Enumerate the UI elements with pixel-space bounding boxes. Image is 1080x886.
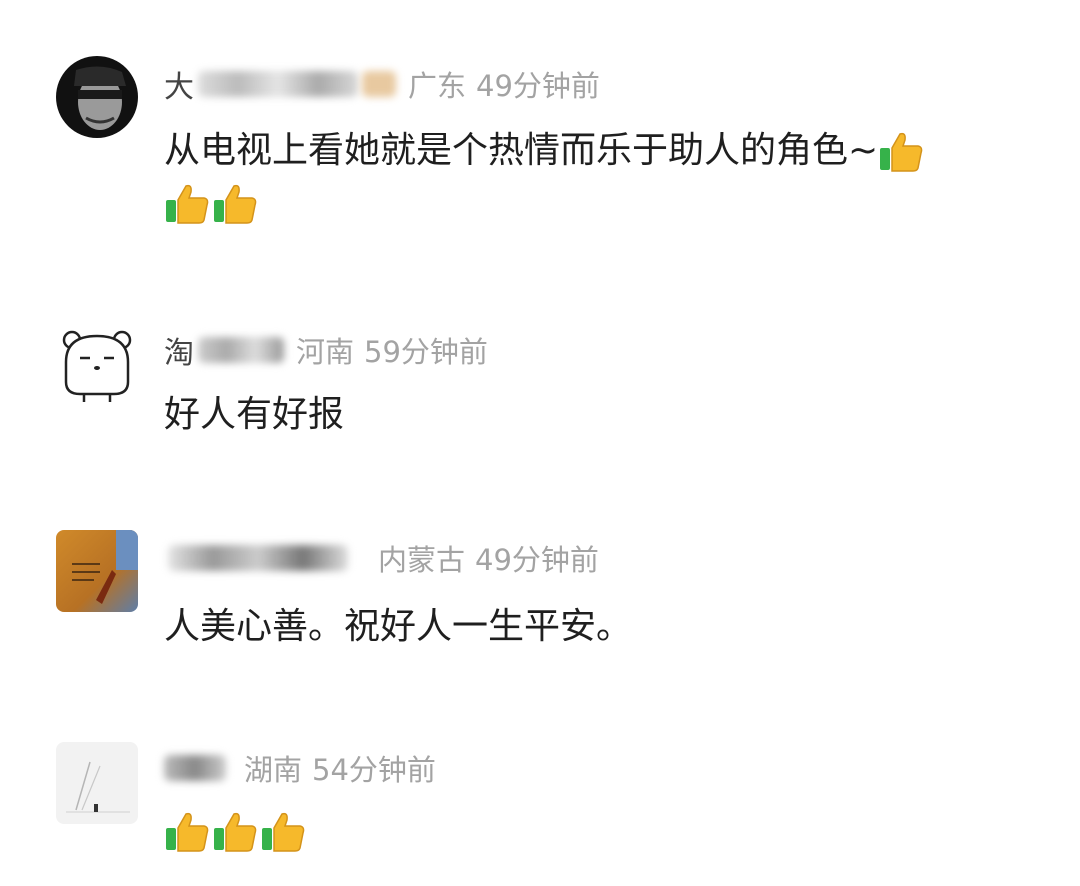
username-blur <box>164 755 226 781</box>
timestamp: 49分钟前 <box>475 543 599 577</box>
avatar[interactable] <box>56 742 138 824</box>
emoji-row <box>164 810 308 854</box>
username-text: 淘 <box>164 336 194 371</box>
comment-text: 人美心善。祝好人一生平安。 <box>164 598 1024 656</box>
comment-text-content: 人美心善。祝好人一生平安。 <box>164 606 633 647</box>
comment-meta: 湖南 54分钟前 <box>164 748 436 788</box>
avatar[interactable] <box>56 322 138 404</box>
location-label: 广东 <box>408 69 467 103</box>
timestamp: 49分钟前 <box>476 69 600 103</box>
comment-meta: 大 广东 49分钟前 <box>164 62 600 106</box>
username[interactable]: 大 <box>164 62 396 106</box>
avatar[interactable] <box>56 56 138 138</box>
timestamp: 59分钟前 <box>364 335 488 369</box>
username[interactable]: 淘 <box>164 328 284 372</box>
location-label: 内蒙古 <box>378 543 466 577</box>
comment-text: 好人有好报 <box>164 386 1024 444</box>
thumbs-up-icon <box>212 182 258 226</box>
emoji-row <box>164 182 260 226</box>
location-label: 河南 <box>296 335 355 369</box>
thumbs-up-icon <box>260 810 306 854</box>
username-blur <box>198 71 358 97</box>
comment-meta: 内蒙古 49分钟前 <box>164 538 599 578</box>
thumbs-up-icon <box>878 130 924 174</box>
thumbs-up-icon <box>164 182 210 226</box>
thumbs-up-icon <box>164 810 210 854</box>
thumbs-up-icon <box>212 810 258 854</box>
comment-meta: 淘 河南 59分钟前 <box>164 328 488 372</box>
location-label: 湖南 <box>244 753 303 787</box>
comment-text-content: 从电视上看她就是个热情而乐于助人的角色~ <box>164 130 879 171</box>
username[interactable] <box>164 755 226 781</box>
username[interactable] <box>164 545 348 571</box>
comment-text: 从电视上看她就是个热情而乐于助人的角色~ <box>164 122 1024 180</box>
timestamp: 54分钟前 <box>312 753 436 787</box>
comment-text-content: 好人有好报 <box>164 394 345 435</box>
username-text: 大 <box>164 70 194 105</box>
username-badge-blur <box>362 71 396 97</box>
avatar[interactable] <box>56 530 138 612</box>
username-blur <box>198 337 284 363</box>
username-blur <box>168 545 348 571</box>
